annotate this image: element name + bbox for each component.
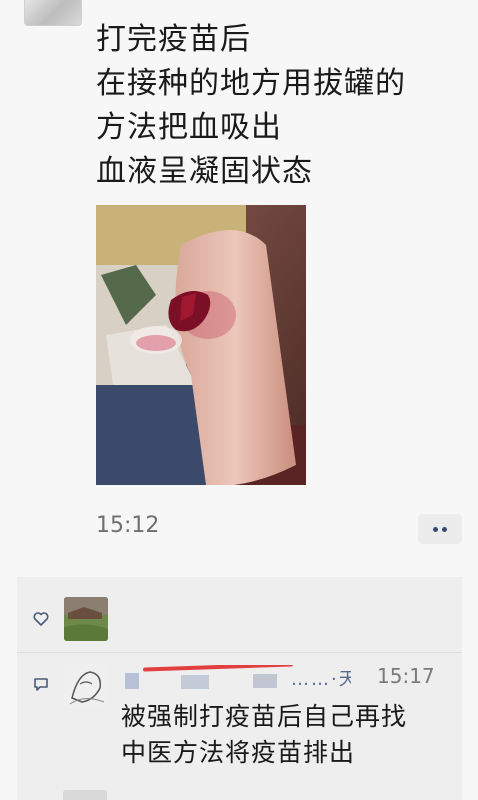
comment-text: 被强制打疫苗后自己再找 中医方法将疫苗排出	[121, 699, 461, 771]
comment-icon	[34, 678, 48, 691]
comment-item[interactable]: ……·天… 15:17 被强制打疫苗后自己再找 中医方法将疫苗排出	[17, 659, 462, 799]
commenter-avatar-image	[64, 664, 108, 708]
moments-feed: 打完疫苗后 在接种的地方用拔罐的 方法把血吸出 血液呈凝固状态 15:12 ………	[0, 0, 478, 800]
redaction-mark	[125, 673, 139, 689]
next-commenter-avatar[interactable]	[63, 790, 107, 800]
comment-line: 被强制打疫苗后自己再找	[121, 702, 408, 731]
more-dots-icon	[442, 526, 447, 532]
poster-avatar[interactable]	[24, 0, 82, 26]
post-line: 打完疫苗后	[96, 22, 251, 57]
redaction-mark	[142, 665, 294, 672]
post-line: 方法把血吸出	[96, 110, 282, 145]
commenter-name-text: ……·天…	[291, 669, 351, 690]
post-line: 在接种的地方用拔罐的	[96, 66, 406, 101]
post-timestamp: 15:12	[96, 513, 160, 538]
more-options-button[interactable]	[418, 514, 462, 544]
heart-icon	[33, 612, 49, 626]
post-photo-image	[96, 205, 306, 485]
commenter-avatar[interactable]	[64, 664, 108, 708]
comment-time: 15:17	[377, 664, 435, 688]
divider	[17, 652, 462, 653]
redaction-mark	[181, 675, 209, 689]
post-line: 血液呈凝固状态	[96, 154, 313, 189]
comment-line: 中医方法将疫苗排出	[121, 738, 356, 767]
liker-avatar[interactable]	[64, 597, 108, 641]
commenter-name[interactable]: ……·天…	[121, 665, 351, 691]
liker-avatar-image	[64, 597, 108, 641]
likes-row	[17, 591, 462, 647]
interaction-panel: ……·天… 15:17 被强制打疫苗后自己再找 中医方法将疫苗排出	[17, 577, 462, 800]
post-photo[interactable]	[96, 205, 306, 485]
redaction-mark	[253, 674, 277, 688]
more-dots-icon	[433, 526, 438, 532]
post-text: 打完疫苗后 在接种的地方用拔罐的 方法把血吸出 血液呈凝固状态	[96, 18, 456, 194]
